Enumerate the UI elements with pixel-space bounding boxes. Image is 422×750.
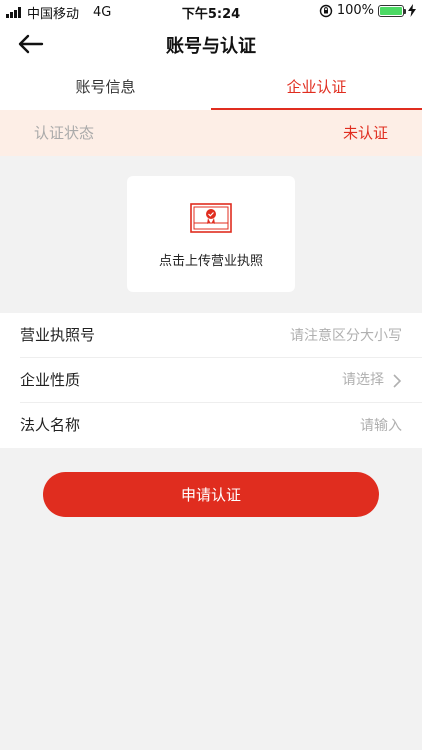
apply-auth-button[interactable]: 申请认证 (43, 472, 379, 517)
auth-form: 营业执照号 企业性质 请选择 法人名称 (0, 313, 422, 448)
legal-name-label: 法人名称 (20, 416, 81, 434)
legal-name-input[interactable] (182, 413, 402, 438)
enterprise-nature-select[interactable]: 请选择 (342, 358, 402, 403)
auth-status-value: 未认证 (342, 124, 388, 142)
battery-percent: 100% (336, 3, 374, 18)
enterprise-nature-placeholder: 请选择 (342, 372, 384, 388)
charging-icon (408, 4, 416, 17)
tab-account-info[interactable]: 账号信息 (0, 66, 211, 110)
upload-license-card[interactable]: 点击上传营业执照 (127, 176, 295, 292)
auth-status-label: 认证状态 (34, 124, 95, 142)
status-bar: 中国移动 4G 下午5:24 100% (0, 0, 422, 22)
legal-name-row: 法人名称 (20, 403, 422, 448)
battery-icon (378, 4, 406, 17)
license-number-input[interactable] (182, 323, 402, 348)
enterprise-nature-label: 企业性质 (20, 371, 81, 389)
certificate-icon (190, 203, 232, 233)
enterprise-nature-row[interactable]: 企业性质 请选择 (20, 358, 422, 403)
upload-license-label: 点击上传营业执照 (158, 254, 263, 269)
license-number-row: 营业执照号 (20, 313, 422, 358)
page-title: 账号与认证 (166, 36, 256, 57)
status-right: 100% (319, 3, 416, 18)
chevron-right-icon (393, 373, 402, 388)
orientation-lock-icon (319, 4, 333, 17)
license-number-label: 营业执照号 (20, 326, 96, 344)
nav-bar: 账号与认证 (0, 22, 422, 66)
tab-enterprise-auth[interactable]: 企业认证 (211, 66, 422, 110)
tab-bar: 账号信息 企业认证 (0, 66, 422, 110)
auth-status-row: 认证状态 未认证 (0, 110, 422, 156)
